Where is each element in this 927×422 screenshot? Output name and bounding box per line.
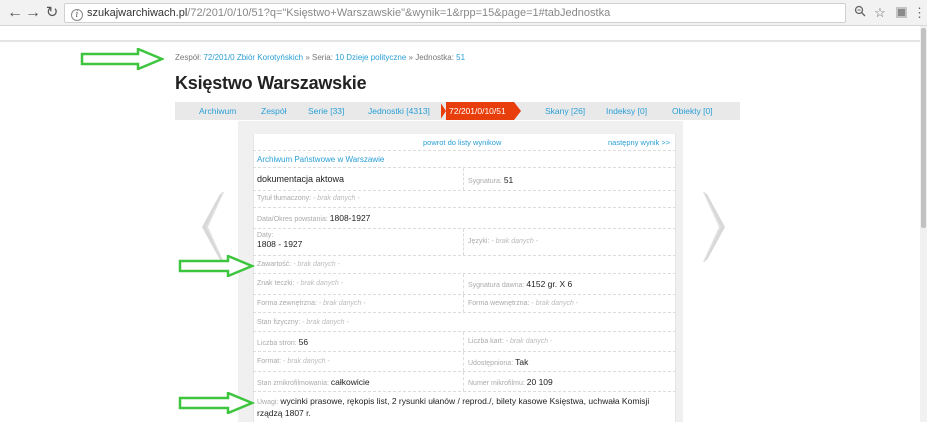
- stan-mikrofilmowania-value: całkowicie: [330, 377, 370, 387]
- breadcrumb-jednostka-link[interactable]: 51: [456, 53, 465, 62]
- field-label: Sygnatura dawna:: [468, 282, 525, 289]
- extension-icon[interactable]: [896, 7, 907, 18]
- tab-bar: Archiwum Zespół Serie [33] Jednostki [43…: [175, 102, 740, 120]
- field-label: Udostępniona:: [468, 360, 514, 367]
- tab-indeksy[interactable]: Indeksy [0]: [606, 102, 647, 120]
- znak-teczki-value: - brak danych -: [296, 280, 343, 287]
- url-host: szukajwarchiwach.pl: [87, 7, 188, 19]
- data-powstania-value: 1808-1927: [329, 213, 371, 223]
- reload-icon[interactable]: ↻: [43, 3, 61, 23]
- annotation-arrow-icon: [178, 391, 262, 415]
- uwagi-value: wycinki prasowe, rękopis list, 2 rysunki…: [257, 396, 650, 418]
- field-label: Znak teczki:: [257, 280, 295, 287]
- back-to-results-link[interactable]: powrot do listy wynikow: [423, 138, 501, 147]
- liczba-kart-value: - brak danych -: [505, 338, 553, 345]
- field-label: Data/Okres powstania:: [257, 216, 328, 223]
- field-label: Sygnatura:: [468, 178, 502, 185]
- page-scrollbar[interactable]: [920, 26, 927, 422]
- breadcrumb-zespol-label: Zespół:: [175, 53, 202, 62]
- tab-serie[interactable]: Serie [33]: [308, 102, 344, 120]
- next-result-link[interactable]: następny wynik >>: [608, 138, 670, 147]
- address-bar[interactable]: i szukajwarchiwach.pl/72/201/0/10/51?q="K…: [64, 3, 846, 23]
- browser-toolbar: ← → ↻ i szukajwarchiwach.pl/72/201/0/10/5…: [0, 0, 927, 26]
- field-label: Forma wewnętrzna:: [468, 300, 530, 307]
- field-label: Tytuł tłumaczony:: [257, 195, 312, 202]
- breadcrumb-separator: »: [408, 53, 413, 62]
- numer-mikrofilmu-value: 20 109: [526, 377, 553, 387]
- tab-archiwum[interactable]: Archiwum: [199, 102, 236, 120]
- breadcrumb-zespol-link[interactable]: 72/201/0 Zbiór Korotyńskich: [203, 53, 303, 62]
- forma-zewnetrzna-value: - brak danych -: [318, 300, 366, 307]
- field-label: Zawartość:: [257, 261, 292, 268]
- format-value: - brak danych -: [283, 358, 330, 365]
- field-label: Języki:: [468, 238, 490, 245]
- detail-row: Tytuł tłumaczony: - brak danych -: [253, 191, 676, 208]
- result-nav-row: powrot do listy wynikow następny wynik >…: [253, 134, 676, 151]
- detail-row: Forma zewnętrzna: - brak danych - Forma …: [253, 295, 676, 313]
- breadcrumb-seria-link[interactable]: 10 Dzieje polityczne: [335, 53, 406, 62]
- tytul-value: - brak danych -: [313, 195, 360, 202]
- page-title: Księstwo Warszawskie: [175, 73, 367, 93]
- field-label: Numer mikrofilmu:: [468, 380, 525, 387]
- next-record-arrow-icon[interactable]: [703, 192, 727, 262]
- udostepniona-value: Tak: [515, 357, 529, 367]
- header-divider: [0, 40, 920, 42]
- annotation-arrow-icon: [80, 47, 166, 71]
- detail-row: Stan zmikrofilmowania: całkowicie Numer …: [253, 372, 676, 392]
- daty-value: 1808 - 1927: [257, 239, 303, 249]
- field-label: Liczba stron:: [257, 340, 297, 347]
- tab-skany[interactable]: Skany [26]: [545, 102, 585, 120]
- field-label: Liczba kart:: [468, 338, 504, 345]
- annotation-arrow-icon: [178, 254, 262, 278]
- tab-jednostka-active[interactable]: 72/201/0/10/51: [440, 102, 521, 120]
- stan-fizyczny-value: - brak danych -: [302, 319, 349, 326]
- tab-zespol[interactable]: Zespół: [261, 102, 287, 120]
- back-arrow-icon[interactable]: ←: [6, 3, 24, 23]
- jezyki-value: - brak danych -: [491, 238, 539, 245]
- site-info-icon[interactable]: i: [71, 9, 83, 21]
- breadcrumb-jednostka-label: Jednostka:: [415, 53, 454, 62]
- breadcrumb-separator: »: [305, 53, 310, 62]
- field-label: Daty:: [257, 232, 274, 239]
- detail-row: Znak teczki: - brak danych - Sygnatura d…: [253, 274, 676, 295]
- detail-row: Liczba stron: 56 Liczba kart: - brak dan…: [253, 332, 676, 352]
- tab-obiekty[interactable]: Obiekty [0]: [672, 102, 713, 120]
- breadcrumb: Zespół: 72/201/0 Zbiór Korotyńskich » Se…: [175, 53, 465, 62]
- liczba-stron-value: 56: [298, 337, 309, 347]
- forma-wewnetrzna-value: - brak danych -: [531, 300, 579, 307]
- forward-arrow-icon[interactable]: →: [24, 3, 42, 23]
- previous-record-arrow-icon[interactable]: [200, 192, 224, 262]
- detail-row: Uwagi: wycinki prasowe, rękopis list, 2 …: [253, 392, 676, 422]
- field-label: Stan fizyczny:: [257, 319, 301, 326]
- institution-link[interactable]: Archiwum Państwowe w Warszawie: [257, 155, 384, 164]
- document-type: dokumentacja aktowa: [257, 174, 345, 184]
- detail-row: Data/Okres powstania: 1808-1927: [253, 208, 676, 229]
- breadcrumb-seria-label: Seria:: [312, 53, 333, 62]
- field-label: Format:: [257, 358, 282, 365]
- field-label: Stan zmikrofilmowania:: [257, 380, 329, 387]
- field-label: Forma zewnętrzna:: [257, 300, 317, 307]
- zawartosc-value: - brak danych -: [293, 261, 340, 268]
- zoom-icon[interactable]: [852, 4, 868, 22]
- detail-row: Stan fizyczny: - brak danych -: [253, 313, 676, 332]
- sygnatura-dawna-value: 4152 gr. X 6: [526, 279, 573, 289]
- tab-jednostki[interactable]: Jednostki [4313]: [368, 102, 430, 120]
- bookmark-star-icon[interactable]: ☆: [872, 4, 888, 22]
- scrollbar-thumb[interactable]: [921, 28, 926, 228]
- detail-row: Daty: 1808 - 1927 Języki: - brak danych -: [253, 229, 676, 256]
- menu-dots-icon[interactable]: ⋮: [913, 4, 926, 22]
- detail-row: Zawartość: - brak danych -: [253, 256, 676, 274]
- sygnatura-value: 51: [503, 175, 514, 185]
- detail-row: Format: - brak danych - Udostępniona: Ta…: [253, 352, 676, 372]
- url-path: /72/201/0/10/51?q="Księstwo+Warszawskie"…: [187, 7, 611, 19]
- institution-row: Archiwum Państwowe w Warszawie: [253, 151, 676, 168]
- detail-row: dokumentacja aktowa Sygnatura: 51: [253, 168, 676, 191]
